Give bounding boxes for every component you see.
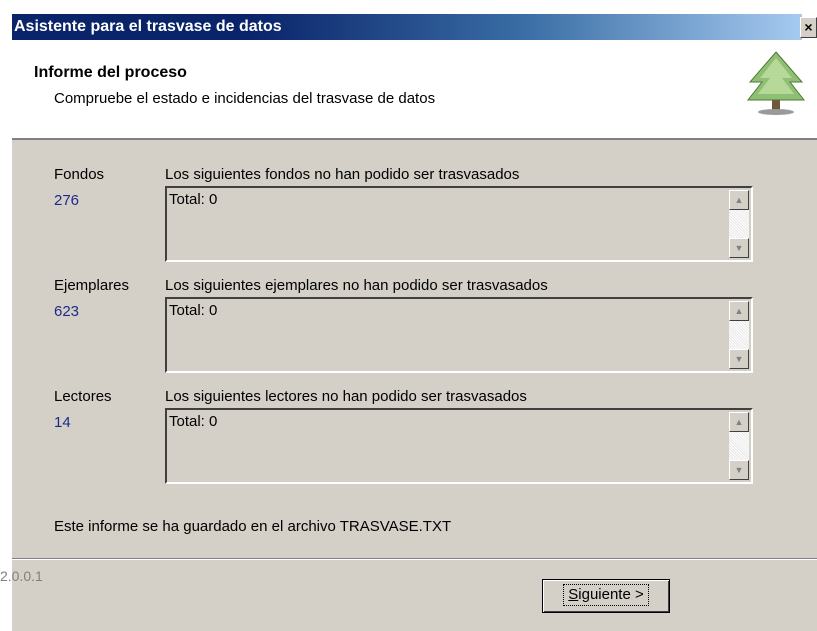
- saved-file-note: Este informe se ha guardado en el archiv…: [54, 518, 452, 535]
- window-title: Asistente para el trasvase de datos: [14, 18, 282, 35]
- category-count-lectores: 14: [54, 414, 71, 431]
- list-total-lectores: Total: 0: [169, 413, 218, 430]
- wizard-header: Informe del proceso Compruebe el estado …: [12, 40, 817, 140]
- failed-fondos-list[interactable]: Total: 0 ▲ ▼: [165, 186, 753, 262]
- category-description-lectores: Los siguientes lectores no han podido se…: [165, 388, 527, 405]
- next-button[interactable]: Siguiente >: [542, 579, 670, 613]
- category-name-lectores: Lectores: [54, 388, 112, 405]
- failed-ejemplares-list[interactable]: Total: 0 ▲ ▼: [165, 297, 753, 373]
- tree-icon: [746, 51, 806, 115]
- wizard-footer: Siguiente >: [12, 558, 817, 631]
- category-description-ejemplares: Los siguientes ejemplares no han podido …: [165, 277, 548, 294]
- category-name-ejemplares: Ejemplares: [54, 277, 130, 294]
- next-button-text: iguiente >: [578, 586, 644, 603]
- list-scrollbar[interactable]: ▲ ▼: [729, 301, 749, 369]
- scroll-down-icon[interactable]: ▼: [729, 460, 749, 480]
- next-button-accelerator: S: [568, 586, 579, 603]
- header-subtitle: Compruebe el estado e incidencias del tr…: [54, 90, 436, 107]
- list-total-ejemplares: Total: 0: [169, 302, 218, 319]
- next-button-label: Siguiente >: [563, 584, 649, 606]
- scroll-up-icon[interactable]: ▲: [729, 190, 749, 210]
- scroll-up-icon[interactable]: ▲: [729, 412, 749, 432]
- list-scrollbar[interactable]: ▲ ▼: [729, 412, 749, 480]
- failed-lectores-list[interactable]: Total: 0 ▲ ▼: [165, 408, 753, 484]
- version-label: 2.0.0.1: [0, 568, 43, 584]
- list-total-fondos: Total: 0: [169, 191, 218, 208]
- scroll-up-icon[interactable]: ▲: [729, 301, 749, 321]
- title-bar: Asistente para el trasvase de datos ×: [0, 0, 817, 40]
- category-count-fondos: 276: [54, 192, 80, 209]
- list-scrollbar[interactable]: ▲ ▼: [729, 190, 749, 258]
- scroll-down-icon[interactable]: ▼: [729, 238, 749, 258]
- category-count-ejemplares: 623: [54, 303, 80, 320]
- report-panel: Fondos 276 Los siguientes fondos no han …: [12, 140, 817, 558]
- category-description-fondos: Los siguientes fondos no han podido ser …: [165, 166, 520, 183]
- scroll-down-icon[interactable]: ▼: [729, 349, 749, 369]
- close-button[interactable]: ×: [800, 17, 817, 38]
- category-name-fondos: Fondos: [54, 166, 105, 183]
- header-title: Informe del proceso: [34, 64, 187, 81]
